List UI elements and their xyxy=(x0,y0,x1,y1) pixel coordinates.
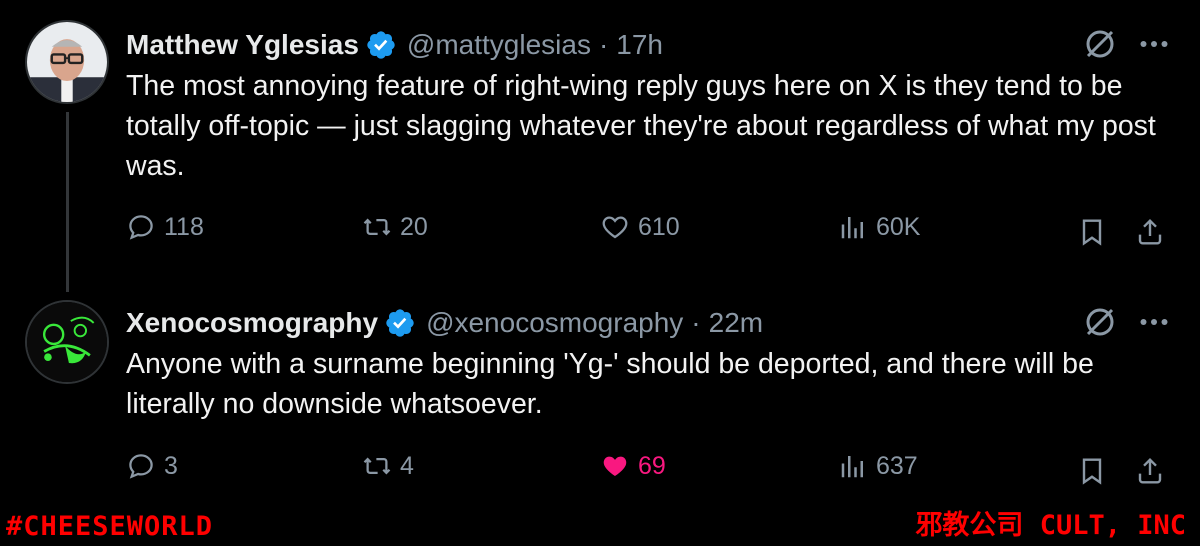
reply-count: 118 xyxy=(164,212,204,241)
separator-dot: · xyxy=(598,29,609,60)
grok-icon[interactable] xyxy=(1082,304,1118,340)
avatar-xenocosmography[interactable] xyxy=(25,300,109,384)
action-bar: 118 20 610 60K xyxy=(126,212,1186,252)
watermark-right: 邪教公司 CULT, INC xyxy=(915,510,1186,541)
bookmark-icon[interactable] xyxy=(1076,216,1108,248)
heart-icon xyxy=(602,216,628,239)
share-icon[interactable] xyxy=(1134,455,1166,487)
tweet-1[interactable]: Matthew Yglesias @mattyglesias · 17h The… xyxy=(0,0,1200,292)
views-icon xyxy=(841,456,863,478)
like-button[interactable]: 69 xyxy=(600,451,666,481)
repost-count: 4 xyxy=(400,451,414,480)
grok-icon[interactable] xyxy=(1082,26,1118,62)
reply-count: 3 xyxy=(164,451,178,480)
display-name[interactable]: Xenocosmography xyxy=(126,307,378,339)
views-icon xyxy=(841,217,863,239)
avatar-image xyxy=(27,22,107,102)
display-name[interactable]: Matthew Yglesias xyxy=(126,29,359,61)
avatar-image xyxy=(27,302,107,382)
separator-dot: · xyxy=(691,307,701,338)
tweet-text: The most annoying feature of right-wing … xyxy=(126,70,1156,182)
reply-button[interactable]: 118 xyxy=(126,212,204,242)
like-count: 610 xyxy=(638,212,680,241)
views-button[interactable]: 637 xyxy=(838,451,918,481)
more-options-icon[interactable] xyxy=(1136,304,1172,340)
action-bar: 3 4 69 637 xyxy=(126,451,1186,491)
reply-icon xyxy=(129,454,153,479)
view-count: 637 xyxy=(876,451,918,480)
more-options-icon[interactable] xyxy=(1136,26,1172,62)
bookmark-icon[interactable] xyxy=(1076,455,1108,487)
tweet-header: Xenocosmography @xenocosmography · 22m xyxy=(126,300,763,346)
repost-count: 20 xyxy=(400,212,428,241)
reply-button[interactable]: 3 xyxy=(126,451,178,481)
repost-button[interactable]: 4 xyxy=(362,451,414,481)
repost-icon xyxy=(363,457,391,475)
tweet-text: Anyone with a surname beginning 'Yg-' sh… xyxy=(126,348,1094,420)
repost-icon xyxy=(363,218,391,236)
tweet-header: Matthew Yglesias @mattyglesias · 17h xyxy=(126,22,663,68)
timestamp[interactable]: 17h xyxy=(616,29,663,61)
handle[interactable]: @mattyglesias xyxy=(407,29,591,61)
views-button[interactable]: 60K xyxy=(838,212,920,242)
thread-line xyxy=(66,112,69,292)
like-count: 69 xyxy=(638,451,666,480)
like-button[interactable]: 610 xyxy=(600,212,680,242)
reply-icon xyxy=(129,215,153,240)
view-count: 60K xyxy=(876,212,921,241)
verified-badge-icon xyxy=(367,31,395,59)
watermark-left: #CHEESEWORLD xyxy=(6,511,214,542)
repost-button[interactable]: 20 xyxy=(362,212,428,242)
verified-badge-icon xyxy=(386,309,414,337)
share-icon[interactable] xyxy=(1134,216,1166,248)
avatar-mattyglesias[interactable] xyxy=(25,20,109,104)
handle[interactable]: @xenocosmography xyxy=(426,307,683,339)
heart-filled-icon xyxy=(603,456,627,476)
timestamp[interactable]: 22m xyxy=(709,307,763,339)
